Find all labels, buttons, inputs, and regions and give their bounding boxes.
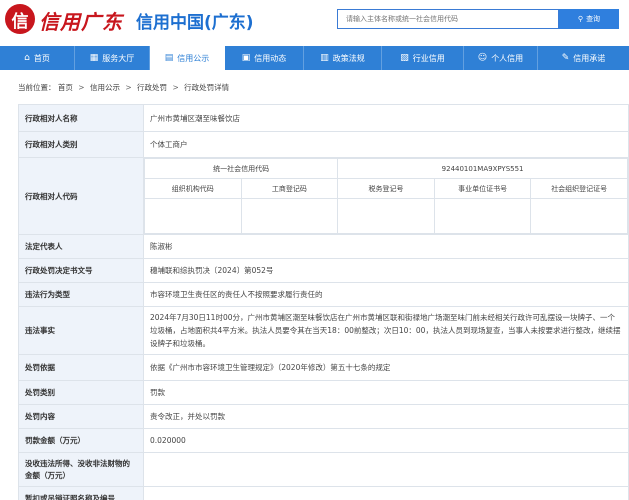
- nav-item-home[interactable]: ⌂ 首页: [0, 46, 75, 70]
- row-label: 罚款金额（万元）: [18, 428, 144, 453]
- breadcrumb-separator: >: [172, 83, 179, 92]
- row-value: 罚款: [143, 380, 629, 405]
- row-value: [143, 486, 629, 500]
- industry-icon: ▧: [400, 53, 409, 63]
- breadcrumb-item-credit-publicity[interactable]: 信用公示: [90, 83, 120, 92]
- table-row: 暂扣或吊销证照名称及编号: [18, 486, 629, 500]
- row-label: 违法行为类型: [18, 282, 144, 307]
- breadcrumb-item-current: 行政处罚详情: [184, 83, 230, 92]
- table-row: 法定代表人 陈淑彬: [18, 234, 629, 259]
- breadcrumb-item-home[interactable]: 首页: [58, 83, 73, 92]
- nav-item-policy[interactable]: ▥ 政策法规: [304, 46, 382, 70]
- nav-item-label: 首页: [33, 53, 50, 63]
- breadcrumb-separator: >: [125, 83, 132, 92]
- table-row: 处罚内容 责令改正，并处以罚款: [18, 404, 629, 429]
- table-row: 没收违法所得、没收非法财物的金额（万元）: [18, 452, 629, 487]
- nav-item-credit-publicity[interactable]: ▤ 信用公示: [150, 46, 225, 70]
- table-row: 违法事实 2024年7月30日11时00分，广州市黄埔区潮至味餐饮店在广州市黄埔…: [18, 306, 629, 355]
- row-label: 违法事实: [18, 306, 144, 355]
- row-label: 行政相对人代码: [18, 157, 144, 235]
- nav-item-label: 服务大厅: [102, 53, 135, 63]
- book-icon: ▥: [320, 53, 329, 63]
- code-sub-value: [530, 198, 628, 234]
- nav-item-credit-news[interactable]: ▣ 信用动态: [225, 46, 304, 70]
- row-value: [143, 452, 629, 487]
- row-value: 2024年7月30日11时00分，广州市黄埔区潮至味餐饮店在广州市黄埔区联和街禄…: [143, 306, 629, 355]
- code-sub-label: 组织机构代码: [144, 178, 242, 199]
- code-cell: 统一社会信用代码 92440101MA9XPYS551 组织机构代码 工商登记码…: [143, 157, 629, 235]
- table-row: 处罚依据 依据《广州市市容环境卫生管理规定》（2020年修改）第五十七条的规定: [18, 354, 629, 381]
- nav-item-credit-promise[interactable]: ✎ 信用承诺: [538, 46, 629, 70]
- row-value: 广州市黄埔区潮至味餐饮店: [143, 104, 629, 132]
- row-value: 0.020000: [143, 428, 629, 453]
- breadcrumb-prefix: 当前位置：: [18, 83, 56, 92]
- home-icon: ⌂: [24, 53, 30, 63]
- uscc-value: 92440101MA9XPYS551: [337, 158, 628, 179]
- site-header: 信 信用广东 信用中国(广东) ⚲ 查询: [0, 0, 629, 38]
- row-label: 法定代表人: [18, 234, 144, 259]
- row-label: 处罚内容: [18, 404, 144, 429]
- breadcrumb: 当前位置： 首页 > 信用公示 > 行政处罚 > 行政处罚详情: [18, 82, 229, 93]
- nav-item-label: 行业信用: [412, 53, 445, 63]
- row-label: 暂扣或吊销证照名称及编号: [18, 486, 144, 500]
- nav-item-label: 信用承诺: [573, 53, 606, 63]
- nav-item-personal-credit[interactable]: ☺ 个人信用: [464, 46, 538, 70]
- row-label: 没收违法所得、没收非法财物的金额（万元）: [18, 452, 144, 487]
- nav-item-label: 个人信用: [491, 53, 524, 63]
- detail-panel: 行政相对人名称 广州市黄埔区潮至味餐饮店 行政相对人类别 个体工商户 行政相对人…: [18, 104, 629, 500]
- table-row: 行政相对人代码 统一社会信用代码 92440101MA9XPYS551 组织机构…: [18, 157, 629, 235]
- penalty-detail-table: 行政相对人名称 广州市黄埔区潮至味餐饮店 行政相对人类别 个体工商户 行政相对人…: [18, 104, 629, 500]
- table-row: 罚款金额（万元） 0.020000: [18, 428, 629, 453]
- nav-item-service-hall[interactable]: ▦ 服务大厅: [75, 46, 150, 70]
- doc-icon: ▤: [164, 53, 174, 63]
- row-label: 处罚类别: [18, 380, 144, 405]
- grid-icon: ▦: [89, 53, 99, 63]
- code-sub-value: [144, 198, 242, 234]
- search-icon: ⚲: [577, 15, 584, 23]
- row-value: 市容环境卫生责任区的责任人不按照要求履行责任的: [143, 282, 629, 307]
- code-sub-label: 工商登记码: [240, 178, 339, 199]
- row-label: 行政相对人名称: [18, 104, 144, 132]
- logo-calligraphy[interactable]: 信用广东: [39, 6, 123, 35]
- person-icon: ☺: [477, 53, 488, 63]
- row-label: 处罚依据: [18, 354, 144, 381]
- news-icon: ▣: [241, 53, 251, 63]
- nav-item-label: 信用动态: [254, 53, 287, 63]
- row-value: 陈淑彬: [143, 234, 629, 259]
- table-row: 违法行为类型 市容环境卫生责任区的责任人不按照要求履行责任的: [18, 282, 629, 307]
- nav-item-label: 信用公示: [177, 53, 210, 63]
- row-label: 行政处罚决定书文号: [18, 258, 144, 283]
- breadcrumb-separator: >: [78, 83, 85, 92]
- table-row: 行政相对人类别 个体工商户: [18, 131, 629, 158]
- row-value: 个体工商户: [143, 131, 629, 158]
- table-row: 行政处罚决定书文号 穗埔联和综执罚决〔2024〕第052号: [18, 258, 629, 283]
- search-button-label: 查询: [586, 15, 601, 23]
- code-sub-value: [337, 198, 435, 234]
- row-value: 依据《广州市市容环境卫生管理规定》（2020年修改）第五十七条的规定: [143, 354, 629, 381]
- row-value: 责令改正，并处以罚款: [143, 404, 629, 429]
- logo-mark-icon[interactable]: 信: [5, 4, 35, 34]
- code-sub-label: 事业单位证书号: [433, 178, 532, 199]
- row-label: 行政相对人类别: [18, 131, 144, 158]
- nav-item-industry-credit[interactable]: ▧ 行业信用: [382, 46, 464, 70]
- search-input[interactable]: [337, 9, 559, 29]
- table-row: 行政相对人名称 广州市黄埔区潮至味餐饮店: [18, 104, 629, 132]
- site-name[interactable]: 信用中国(广东): [136, 8, 254, 33]
- nav-item-label: 政策法规: [332, 53, 365, 63]
- row-value: 穗埔联和综执罚决〔2024〕第052号: [143, 258, 629, 283]
- uscc-label: 统一社会信用代码: [143, 158, 339, 179]
- code-sub-value: [433, 198, 532, 234]
- promise-icon: ✎: [561, 53, 570, 63]
- breadcrumb-item-penalty[interactable]: 行政处罚: [137, 83, 167, 92]
- code-table: 统一社会信用代码 92440101MA9XPYS551 组织机构代码 工商登记码…: [143, 158, 628, 234]
- table-row: 处罚类别 罚款: [18, 380, 629, 405]
- code-sub-label: 税务登记号: [337, 178, 435, 199]
- code-sub-label: 社会组织登记证号: [530, 178, 628, 199]
- main-nav: ⌂ 首页 ▦ 服务大厅 ▤ 信用公示 ▣ 信用动态 ▥ 政策法规 ▧ 行业信用 …: [0, 46, 629, 70]
- code-sub-value: [240, 198, 339, 234]
- search-button[interactable]: ⚲ 查询: [559, 9, 619, 29]
